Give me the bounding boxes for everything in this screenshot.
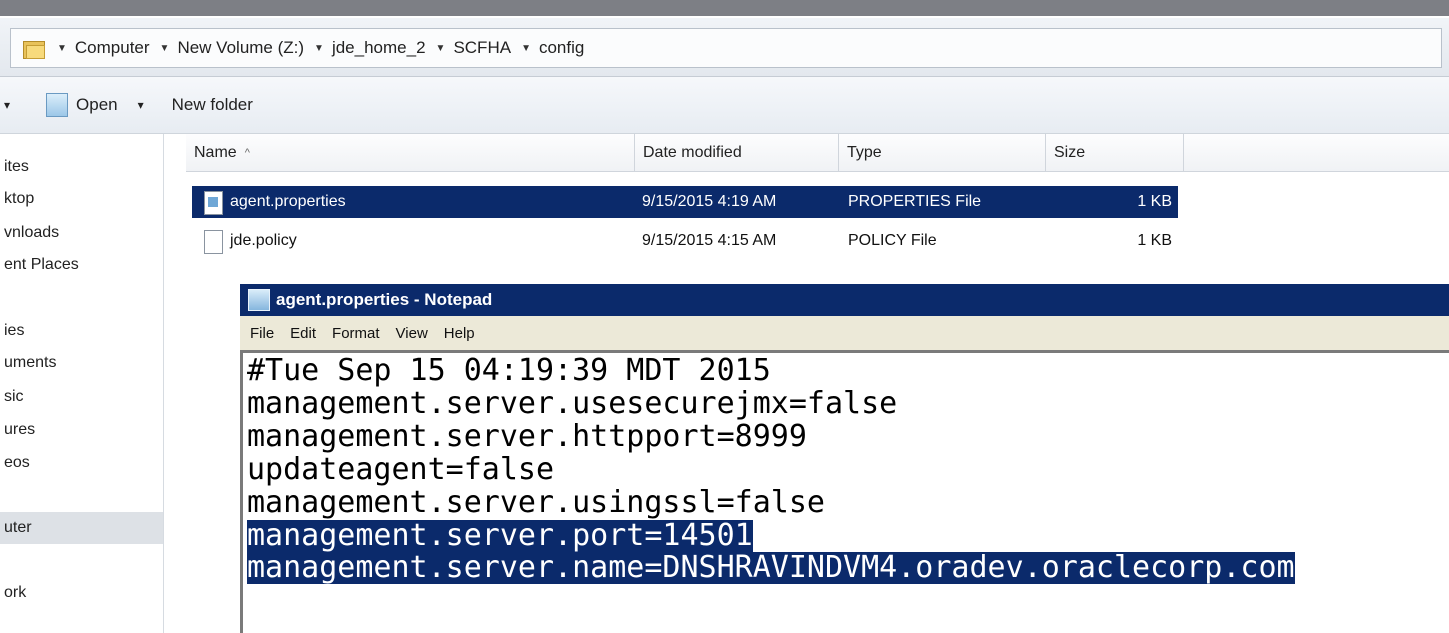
sidebar-item-videos[interactable]: eos [4, 454, 30, 472]
chevron-down-icon[interactable]: ▼ [57, 43, 67, 54]
selected-text-line: management.server.name=DNSHRAVINDVM4.ora… [247, 550, 1295, 585]
sidebar-item-documents[interactable]: uments [4, 354, 56, 372]
file-size: 1 KB [1137, 232, 1172, 249]
organize-dropdown-fragment[interactable]: ▾ [4, 98, 10, 112]
properties-file-icon [204, 191, 223, 215]
breadcrumb[interactable]: ▼ Computer ▼ New Volume (Z:) ▼ jde_home_… [10, 28, 1442, 68]
breadcrumb-scfha[interactable]: SCFHA [453, 38, 511, 58]
text-line: management.server.httpport=8999 [247, 419, 807, 454]
column-header-date-modified[interactable]: Date modified [635, 134, 839, 172]
sidebar-item-favorites[interactable]: ites [4, 158, 29, 176]
notepad-title: agent.properties - Notepad [276, 290, 493, 309]
chevron-down-icon[interactable]: ▼ [521, 43, 531, 54]
notepad-text-area[interactable]: #Tue Sep 15 04:19:39 MDT 2015 management… [240, 350, 1449, 633]
chevron-down-icon[interactable]: ▼ [160, 43, 170, 54]
breadcrumb-computer[interactable]: Computer [75, 38, 150, 58]
sidebar-item-recent-places[interactable]: ent Places [4, 256, 79, 274]
file-name: agent.properties [230, 193, 346, 210]
open-icon [46, 93, 69, 117]
notepad-icon [248, 289, 270, 311]
text-line: #Tue Sep 15 04:19:39 MDT 2015 [247, 353, 771, 388]
notepad-menu-bar: File Edit Format View Help [240, 316, 1449, 350]
text-line: updateagent=false [247, 452, 555, 487]
address-bar: ▼ Computer ▼ New Volume (Z:) ▼ jde_home_… [0, 18, 1449, 77]
sidebar-item-pictures[interactable]: ures [4, 421, 35, 439]
folder-icon [23, 39, 45, 59]
file-row[interactable]: jde.policy 9/15/2015 4:15 AM POLICY File… [192, 225, 1178, 257]
column-header-date-label: Date modified [643, 143, 742, 161]
sidebar-item-music[interactable]: sic [4, 388, 24, 406]
notepad-window: agent.properties - Notepad File Edit For… [240, 284, 1449, 633]
sidebar-item-libraries[interactable]: ies [4, 322, 24, 340]
text-line: management.server.usesecurejmx=false [247, 386, 898, 421]
new-folder-button[interactable]: New folder [172, 95, 253, 115]
column-header-size-label: Size [1054, 143, 1086, 161]
file-row[interactable]: agent.properties 9/15/2015 4:19 AM PROPE… [192, 186, 1178, 218]
column-header-name-label: Name [194, 143, 237, 161]
open-button[interactable]: Open ▾ [46, 93, 144, 117]
selected-text-line: management.server.port=14501 [247, 518, 753, 553]
text-line: management.server.usingssl=false [247, 485, 825, 520]
command-bar: ▾ Open ▾ New folder [0, 77, 1449, 134]
menu-edit[interactable]: Edit [290, 325, 316, 342]
file-date-modified: 9/15/2015 4:19 AM [642, 193, 777, 210]
menu-help[interactable]: Help [444, 325, 475, 342]
breadcrumb-jde-home[interactable]: jde_home_2 [332, 38, 426, 58]
file-type: POLICY File [848, 232, 937, 249]
column-header-type-label: Type [847, 143, 882, 161]
menu-view[interactable]: View [396, 325, 428, 342]
chevron-down-icon[interactable]: ▼ [436, 43, 446, 54]
file-name: jde.policy [230, 232, 297, 249]
open-button-label: Open [76, 95, 118, 114]
menu-file[interactable]: File [250, 325, 274, 342]
sort-ascending-icon: ^ [244, 146, 250, 159]
menu-format[interactable]: Format [332, 325, 380, 342]
file-type: PROPERTIES File [848, 193, 982, 210]
file-icon [204, 230, 223, 254]
chevron-down-icon[interactable]: ▾ [138, 98, 144, 112]
file-date-modified: 9/15/2015 4:15 AM [642, 232, 777, 249]
column-header-filler [1184, 134, 1449, 172]
breadcrumb-config[interactable]: config [539, 38, 584, 58]
window-top-strip [0, 0, 1449, 16]
column-header-name[interactable]: Name ^ [186, 134, 635, 172]
navigation-pane: ites ktop vnloads ent Places ies uments … [0, 134, 164, 633]
sidebar-item-downloads[interactable]: vnloads [4, 224, 59, 242]
sidebar-item-desktop[interactable]: ktop [4, 190, 34, 208]
sidebar-item-network[interactable]: ork [4, 584, 26, 602]
sidebar-item-computer[interactable]: uter [4, 519, 32, 537]
column-header-size[interactable]: Size [1046, 134, 1184, 172]
breadcrumb-new-volume[interactable]: New Volume (Z:) [177, 38, 304, 58]
chevron-down-icon[interactable]: ▼ [314, 43, 324, 54]
notepad-title-bar[interactable]: agent.properties - Notepad [240, 284, 1449, 316]
file-size: 1 KB [1137, 193, 1172, 210]
column-header-type[interactable]: Type [839, 134, 1046, 172]
